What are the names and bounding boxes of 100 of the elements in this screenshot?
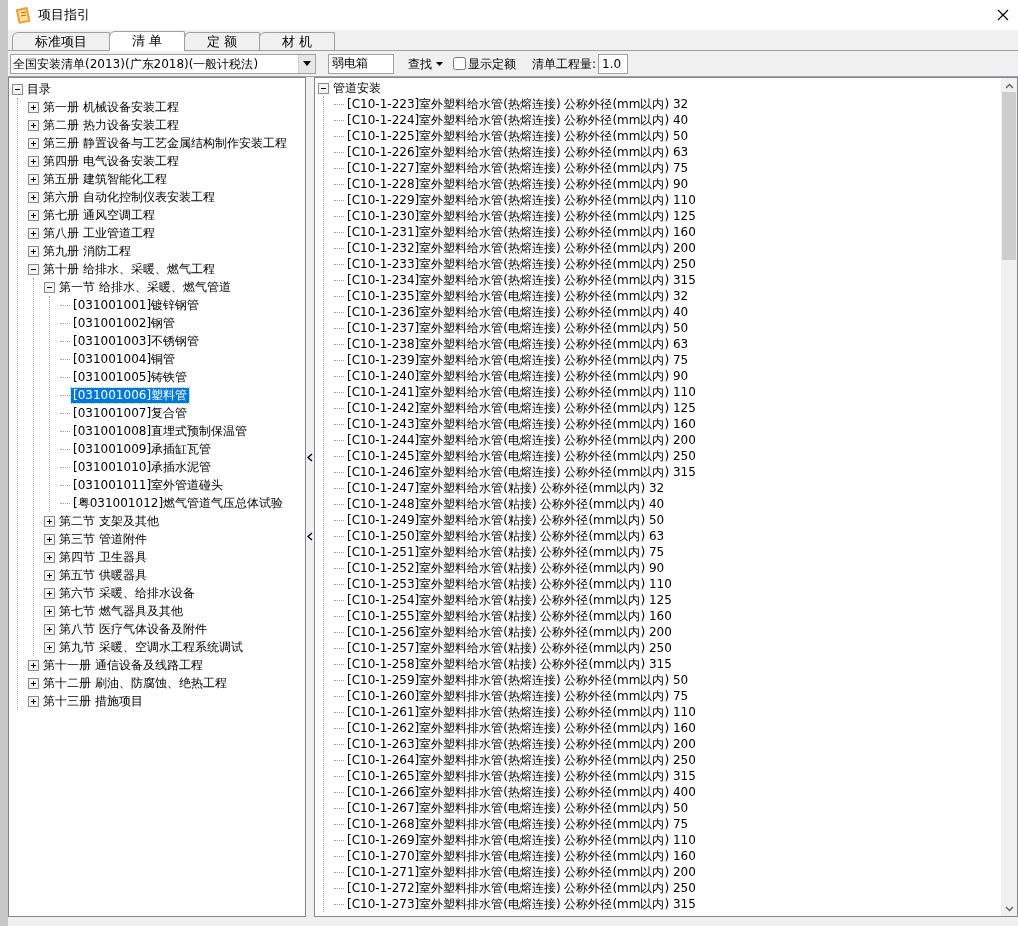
expand-icon[interactable] <box>44 623 55 635</box>
tree-item[interactable]: [C10-1-263]室外塑料排水管(热熔连接) 公称外径(mm以内) 200 <box>345 736 698 752</box>
tree-item[interactable]: [C10-1-269]室外塑料排水管(电熔连接) 公称外径(mm以内) 110 <box>345 832 698 848</box>
tree-item[interactable]: [C10-1-265]室外塑料排水管(热熔连接) 公称外径(mm以内) 315 <box>345 768 698 784</box>
find-button[interactable]: 查找 <box>406 54 445 73</box>
tree-item[interactable]: [C10-1-256]室外塑料给水管(粘接) 公称外径(mm以内) 200 <box>345 624 674 640</box>
collapse-icon[interactable] <box>318 82 329 94</box>
tree-item[interactable]: [031001003]不锈钢管 <box>71 333 202 349</box>
tree-item[interactable]: [031001009]承插缸瓦管 <box>71 441 214 457</box>
expand-icon[interactable] <box>44 515 55 527</box>
chevron-left-icon[interactable] <box>307 453 313 462</box>
tree-item[interactable]: 第七节 燃气器具及其他 <box>57 603 185 619</box>
tree-item[interactable]: 第十三册 措施项目 <box>41 693 145 709</box>
tree-item[interactable]: 第十二册 刷油、防腐蚀、绝热工程 <box>41 675 229 691</box>
tree-item[interactable]: 第一册 机械设备安装工程 <box>41 99 181 115</box>
tree-item[interactable]: 第十一册 通信设备及线路工程 <box>41 657 205 673</box>
tree-item[interactable]: 第五节 供暖器具 <box>57 567 149 583</box>
tree-item[interactable]: [C10-1-228]室外塑料给水管(热熔连接) 公称外径(mm以内) 90 <box>345 176 691 192</box>
tree-item[interactable]: [031001007]复合管 <box>71 405 190 421</box>
tree-item[interactable]: [C10-1-264]室外塑料排水管(热熔连接) 公称外径(mm以内) 250 <box>345 752 698 768</box>
tree-item[interactable]: [C10-1-234]室外塑料给水管(热熔连接) 公称外径(mm以内) 315 <box>345 272 698 288</box>
expand-icon[interactable] <box>44 551 55 563</box>
tree-item[interactable]: [C10-1-227]室外塑料给水管(热熔连接) 公称外径(mm以内) 75 <box>345 160 691 176</box>
tree-item[interactable]: [C10-1-231]室外塑料给水管(热熔连接) 公称外径(mm以内) 160 <box>345 224 698 240</box>
tree-item[interactable]: 第四册 电气设备安装工程 <box>41 153 181 169</box>
tree-item[interactable]: [粤031001012]燃气管道气压总体试验 <box>71 495 286 511</box>
tree-item[interactable]: [C10-1-267]室外塑料排水管(电熔连接) 公称外径(mm以内) 50 <box>345 800 691 816</box>
tree-item[interactable]: 第二册 热力设备安装工程 <box>41 117 181 133</box>
tree-item[interactable]: [031001004]铜管 <box>71 351 178 367</box>
tree-item[interactable]: 第一节 给排水、采暖、燃气管道 <box>57 279 233 295</box>
expand-icon[interactable] <box>28 155 39 167</box>
tree-item[interactable]: 第九册 消防工程 <box>41 243 133 259</box>
tree-item[interactable]: 第九节 采暖、空调水工程系统调试 <box>57 639 245 655</box>
tree-item[interactable]: [C10-1-253]室外塑料给水管(粘接) 公称外径(mm以内) 110 <box>345 576 674 592</box>
tab[interactable]: 标准项目 <box>12 32 110 50</box>
tree-item[interactable]: [C10-1-266]室外塑料排水管(热熔连接) 公称外径(mm以内) 400 <box>345 784 698 800</box>
expand-icon[interactable] <box>44 569 55 581</box>
tree-item[interactable]: [C10-1-241]室外塑料给水管(电熔连接) 公称外径(mm以内) 110 <box>345 384 698 400</box>
collapse-icon[interactable] <box>44 281 55 293</box>
tree-item[interactable]: [C10-1-225]室外塑料给水管(热熔连接) 公称外径(mm以内) 50 <box>345 128 691 144</box>
show-quota-checkbox[interactable] <box>453 57 466 70</box>
tree-item[interactable]: [031001001]镀锌钢管 <box>71 297 202 313</box>
tree-item[interactable]: [031001010]承插水泥管 <box>71 459 214 475</box>
tree-item[interactable]: 目录 <box>25 81 53 97</box>
tree-item[interactable]: 第四节 卫生器具 <box>57 549 149 565</box>
tree-item[interactable]: [C10-1-247]室外塑料给水管(粘接) 公称外径(mm以内) 32 <box>345 480 667 496</box>
tab[interactable]: 材 机 <box>259 32 336 50</box>
tree-item[interactable]: [C10-1-233]室外塑料给水管(热熔连接) 公称外径(mm以内) 250 <box>345 256 698 272</box>
tree-item[interactable]: 第十册 给排水、采暖、燃气工程 <box>41 261 217 277</box>
tree-item[interactable]: [C10-1-236]室外塑料给水管(电熔连接) 公称外径(mm以内) 40 <box>345 304 691 320</box>
tree-item[interactable]: [C10-1-261]室外塑料排水管(热熔连接) 公称外径(mm以内) 110 <box>345 704 698 720</box>
tree-item[interactable]: [C10-1-262]室外塑料排水管(热熔连接) 公称外径(mm以内) 160 <box>345 720 698 736</box>
tree-item[interactable]: [C10-1-268]室外塑料排水管(电熔连接) 公称外径(mm以内) 75 <box>345 816 691 832</box>
chevron-left-icon[interactable] <box>307 532 313 541</box>
tree-item[interactable]: 第三节 管道附件 <box>57 531 149 547</box>
expand-icon[interactable] <box>44 533 55 545</box>
scroll-down-icon[interactable] <box>1004 906 1014 912</box>
tree-item[interactable]: [C10-1-232]室外塑料给水管(热熔连接) 公称外径(mm以内) 200 <box>345 240 698 256</box>
tree-item[interactable]: [C10-1-249]室外塑料给水管(粘接) 公称外径(mm以内) 50 <box>345 512 667 528</box>
tree-item[interactable]: [C10-1-254]室外塑料给水管(粘接) 公称外径(mm以内) 125 <box>345 592 674 608</box>
tree-item[interactable]: [C10-1-258]室外塑料给水管(粘接) 公称外径(mm以内) 315 <box>345 656 674 672</box>
expand-icon[interactable] <box>28 677 39 689</box>
tree-item[interactable]: [C10-1-272]室外塑料排水管(电熔连接) 公称外径(mm以内) 250 <box>345 880 698 896</box>
expand-icon[interactable] <box>28 173 39 185</box>
tree-item[interactable]: [C10-1-260]室外塑料排水管(热熔连接) 公称外径(mm以内) 75 <box>345 688 691 704</box>
tree-item[interactable]: [C10-1-238]室外塑料给水管(电熔连接) 公称外径(mm以内) 63 <box>345 336 691 352</box>
scroll-up-icon[interactable] <box>1004 83 1014 89</box>
expand-icon[interactable] <box>44 641 55 653</box>
tree-item[interactable]: [C10-1-259]室外塑料排水管(热熔连接) 公称外径(mm以内) 50 <box>345 672 691 688</box>
expand-icon[interactable] <box>28 695 39 707</box>
tree-item[interactable]: [C10-1-271]室外塑料排水管(电熔连接) 公称外径(mm以内) 200 <box>345 864 698 880</box>
expand-icon[interactable] <box>28 659 39 671</box>
tree-item[interactable]: [C10-1-244]室外塑料给水管(电熔连接) 公称外径(mm以内) 200 <box>345 432 698 448</box>
tree-item[interactable]: 管道安装 <box>331 80 383 96</box>
tree-item[interactable]: [C10-1-273]室外塑料排水管(电熔连接) 公称外径(mm以内) 315 <box>345 896 698 912</box>
tree-item[interactable]: 第六节 采暖、给排水设备 <box>57 585 197 601</box>
tree-item[interactable]: 第八节 医疗气体设备及附件 <box>57 621 209 637</box>
tree-item[interactable]: [C10-1-270]室外塑料排水管(电熔连接) 公称外径(mm以内) 160 <box>345 848 698 864</box>
tree-item[interactable]: [031001005]铸铁管 <box>71 369 190 385</box>
scrollbar[interactable] <box>1001 78 1017 916</box>
tree-item[interactable]: [C10-1-230]室外塑料给水管(热熔连接) 公称外径(mm以内) 125 <box>345 208 698 224</box>
tree-item[interactable]: [031001011]室外管道碰头 <box>71 477 226 493</box>
tree-item[interactable]: [C10-1-255]室外塑料给水管(粘接) 公称外径(mm以内) 160 <box>345 608 674 624</box>
tree-item[interactable]: [C10-1-251]室外塑料给水管(粘接) 公称外径(mm以内) 75 <box>345 544 667 560</box>
tree-item[interactable]: [031001002]钢管 <box>71 315 178 331</box>
expand-icon[interactable] <box>28 227 39 239</box>
tree-item[interactable]: [C10-1-229]室外塑料给水管(热熔连接) 公称外径(mm以内) 110 <box>345 192 698 208</box>
tree-item[interactable]: [C10-1-226]室外塑料给水管(热熔连接) 公称外径(mm以内) 63 <box>345 144 691 160</box>
tree-item[interactable]: 第三册 静置设备与工艺金属结构制作安装工程 <box>41 135 289 151</box>
tree-item[interactable]: [C10-1-250]室外塑料给水管(粘接) 公称外径(mm以内) 63 <box>345 528 667 544</box>
quantity-field[interactable]: 1.0 <box>598 53 629 74</box>
tree-item[interactable]: [C10-1-245]室外塑料给水管(电熔连接) 公称外径(mm以内) 250 <box>345 448 698 464</box>
scrollbar-thumb[interactable] <box>1002 92 1016 260</box>
tree-item[interactable]: 第六册 自动化控制仪表安装工程 <box>41 189 217 205</box>
tree-item[interactable]: [031001006]塑料管 <box>71 387 190 403</box>
expand-icon[interactable] <box>28 191 39 203</box>
expand-icon[interactable] <box>28 245 39 257</box>
tree-item[interactable]: 第八册 工业管道工程 <box>41 225 157 241</box>
tree-item[interactable]: [C10-1-223]室外塑料给水管(热熔连接) 公称外径(mm以内) 32 <box>345 96 691 112</box>
tab[interactable]: 定 额 <box>184 32 261 50</box>
